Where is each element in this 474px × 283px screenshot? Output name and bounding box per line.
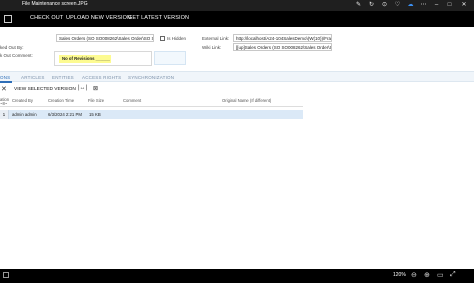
tab-bar: ONS ARTICLES ENTITIES ACCESS RIGHTS SYNC… <box>0 71 474 83</box>
minimize-icon[interactable]: – <box>430 0 443 11</box>
refresh-icon[interactable]: ↻ <box>365 0 378 11</box>
comment-side-box <box>154 51 186 65</box>
file-form: Sales Orders (SO SO008262\Sales Order\SO… <box>0 27 474 70</box>
is-hidden-checkbox[interactable] <box>160 36 165 41</box>
fit-icon[interactable]: ▭ <box>437 271 444 279</box>
zoom-out-icon[interactable]: ⊖ <box>411 271 417 279</box>
zoom-icon[interactable]: ⊙ <box>378 0 391 11</box>
fit-columns-icon[interactable]: |↔| <box>78 85 87 91</box>
col-created-by-header[interactable]: Created By <box>12 98 33 103</box>
tab-entities[interactable]: ENTITIES <box>52 75 74 80</box>
is-hidden-label: Is Hidden <box>167 36 187 41</box>
file-name-field[interactable]: Sales Orders (SO SO008262\Sales Order\SO… <box>56 34 154 42</box>
tab-versions[interactable]: ONS <box>0 75 10 80</box>
table-row[interactable]: 1 admin admin 6/3/2024 2:21 PM 15 KB <box>0 110 303 119</box>
wiki-link-label: Wiki Link: <box>202 45 222 50</box>
zoom-in-icon[interactable]: ⊕ <box>424 271 430 279</box>
close-icon[interactable]: ✕ <box>456 0 472 11</box>
table-header: ation ~8~ Created By Creation Time File … <box>0 96 303 107</box>
status-bar: 120% ⊖ ⊕ ▭ ⤢ <box>0 269 474 283</box>
col-original-name-header[interactable]: Original Name (If different) <box>222 98 271 103</box>
external-link-label: External Link: <box>202 36 230 41</box>
cloud-icon[interactable]: ☁ <box>404 0 417 11</box>
window-title: File Maintenance screen.JPG <box>22 1 88 7</box>
view-selected-version-button[interactable]: VIEW SELECTED VERSION <box>14 87 76 92</box>
row-creation-time-cell: 6/3/2024 2:21 PM <box>48 112 82 117</box>
grid-toolbar: ✕ VIEW SELECTED VERSION |↔| ⊠ <box>0 83 474 96</box>
row-version-cell: 1 <box>0 110 9 119</box>
checked-out-by-label: ked Out By: <box>0 45 24 50</box>
check-out-button[interactable]: CHECK OUT <box>30 15 63 21</box>
titlebar-icons: ✎ ↻ ⊙ ♡ ☁ ⋯ – □ ✕ <box>352 0 472 11</box>
save-icon[interactable] <box>4 15 12 23</box>
edit-icon[interactable]: ✎ <box>352 0 365 11</box>
col-creation-time-header[interactable]: Creation Time <box>48 98 74 103</box>
export-excel-icon[interactable]: ⊠ <box>93 85 98 92</box>
tab-articles[interactable]: ARTICLES <box>21 75 45 80</box>
checkout-comment-label: k Out Comment: <box>0 53 33 58</box>
checkout-comment-field[interactable]: No of Revisions ______ <box>54 51 152 66</box>
zoom-level: 120% <box>393 272 406 278</box>
maximize-icon[interactable]: □ <box>443 0 456 11</box>
col-comment-header[interactable]: Comment <box>123 98 141 103</box>
action-toolbar: CHECK OUT UPLOAD NEW VERSION GET LATEST … <box>0 11 474 27</box>
favorite-icon[interactable]: ♡ <box>391 0 404 11</box>
col-file-size-header[interactable]: File Size <box>88 98 104 103</box>
col-version-subheader: ~8~ <box>0 101 8 106</box>
fullscreen-icon[interactable]: ⤢ <box>450 271 456 279</box>
tab-synchronization[interactable]: SYNCHRONIZATION <box>128 75 174 80</box>
row-created-by-cell: admin admin <box>12 112 37 117</box>
more-icon[interactable]: ⋯ <box>417 0 430 11</box>
revisions-annotation: No of Revisions ______ <box>59 55 111 63</box>
tab-access-rights[interactable]: ACCESS RIGHTS <box>82 75 121 80</box>
row-file-size-cell: 15 KB <box>89 112 101 117</box>
wiki-link-field[interactable]: [[up]Sales Orders (SO SO008262\Sales Ord… <box>233 43 332 51</box>
close-icon[interactable]: ✕ <box>1 85 7 93</box>
main-page: Sales Orders (SO SO008262\Sales Order\SO… <box>0 27 474 269</box>
get-latest-version-button[interactable]: GET LATEST VERSION <box>128 15 189 21</box>
upload-new-version-button[interactable]: UPLOAD NEW VERSION <box>66 15 131 21</box>
external-link-field[interactable]: http://localhost/A24-104SalesDemo\(W(10)… <box>233 34 332 42</box>
photo-icon <box>3 272 9 278</box>
window-titlebar: File Maintenance screen.JPG ✎ ↻ ⊙ ♡ ☁ ⋯ … <box>0 0 474 11</box>
